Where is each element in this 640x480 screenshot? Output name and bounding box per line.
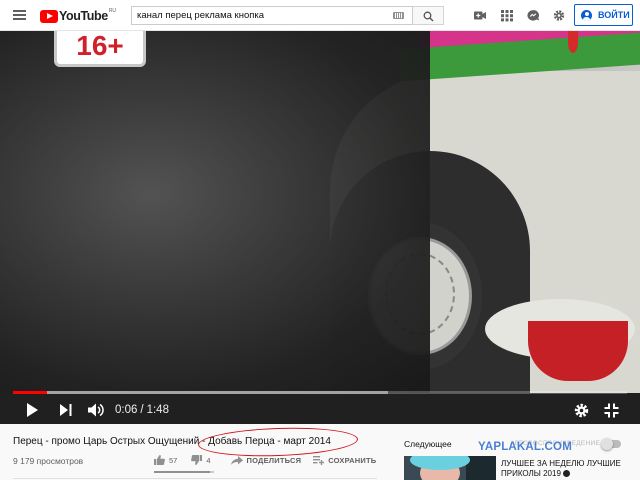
time-display: 0:06/1:48 [115,404,169,416]
age-rating-badge: 16+ [54,31,146,67]
player-controls: 0:06/1:48 [0,396,640,424]
thumbs-up-icon [154,455,165,465]
video-smoke [0,31,430,393]
video-player[interactable]: 16+ 0:06/1:48 [0,31,640,424]
youtube-play-icon [40,9,58,23]
add-to-playlist-icon [313,455,325,465]
account-icon [581,9,592,21]
keyboard-icon[interactable] [393,12,404,19]
duration: 1:48 [146,404,169,416]
video-frame[interactable]: 16+ [0,31,640,393]
thumbnail-background [466,456,496,480]
current-time: 0:06 [115,404,138,416]
search-button[interactable] [413,6,444,25]
create-video-icon[interactable] [473,9,487,22]
next-icon[interactable] [59,404,73,416]
sentiment-like-fill [154,471,211,473]
signin-button[interactable]: ВОЙТИ [574,4,633,26]
messages-icon[interactable] [526,9,540,22]
autoplay-toggle[interactable] [601,438,621,450]
sentiment-bar [154,471,214,473]
share-icon [230,455,243,465]
volume-icon[interactable] [87,403,105,417]
divider [13,478,377,479]
time-separator: / [140,404,144,416]
logo-text: YouTube [59,9,108,23]
play-icon[interactable] [24,402,40,418]
signin-label: ВОЙТИ [598,10,630,20]
recommendation-title[interactable]: ЛУЧШЕЕ ЗА НЕДЕЛЮ ЛУЧШИЕ ПРИКОЛЫ 2019 [501,459,636,478]
recommendation-thumbnail[interactable] [404,456,496,480]
logo-region: RU [108,8,117,14]
search-box [131,6,413,25]
share-button[interactable]: ПОДЕЛИТЬСЯ [230,455,302,465]
verified-icon [562,469,570,477]
video-title: Перец - промо Царь Острых Ощущений - Доб… [13,436,331,447]
exit-fullscreen-icon[interactable] [604,403,619,418]
share-label: ПОДЕЛИТЬСЯ [246,455,302,465]
like-button[interactable]: 57 [154,455,177,465]
site-watermark: YAPLAKAL.COM [478,441,572,453]
video-bowl-contents [528,321,628,381]
apps-icon[interactable] [500,9,514,22]
video-red-drip [568,31,578,53]
masthead: YouTube RU ВОЙТИ [0,0,640,31]
search-icon [423,11,434,22]
progress-played [13,391,48,394]
dislike-count: 4 [206,455,211,465]
settings-icon[interactable] [552,9,566,22]
age-rating-text: 16+ [76,31,124,61]
youtube-logo[interactable]: YouTube RU [40,8,116,24]
view-count: 9 179 просмотров [13,456,84,466]
dislike-button[interactable]: 4 [191,455,211,465]
save-button[interactable]: СОХРАНИТЬ [313,455,377,465]
progress-loaded [13,391,388,394]
settings-gear-icon[interactable] [574,403,589,418]
thumbs-down-icon [191,455,203,465]
recommendation-title-text: ЛУЧШЕЕ ЗА НЕДЕЛЮ ЛУЧШИЕ ПРИКОЛЫ 2019 [501,459,621,478]
menu-icon[interactable] [13,10,26,20]
thumbnail-hair [410,456,470,470]
up-next-label: Следующее [404,439,452,449]
save-label: СОХРАНИТЬ [328,455,377,465]
progress-bar[interactable] [13,391,627,394]
video-actions: 57 4 ПОДЕЛИТЬСЯ СОХРАНИТЬ [154,455,376,465]
like-count: 57 [169,455,178,465]
search-input[interactable] [132,7,393,24]
